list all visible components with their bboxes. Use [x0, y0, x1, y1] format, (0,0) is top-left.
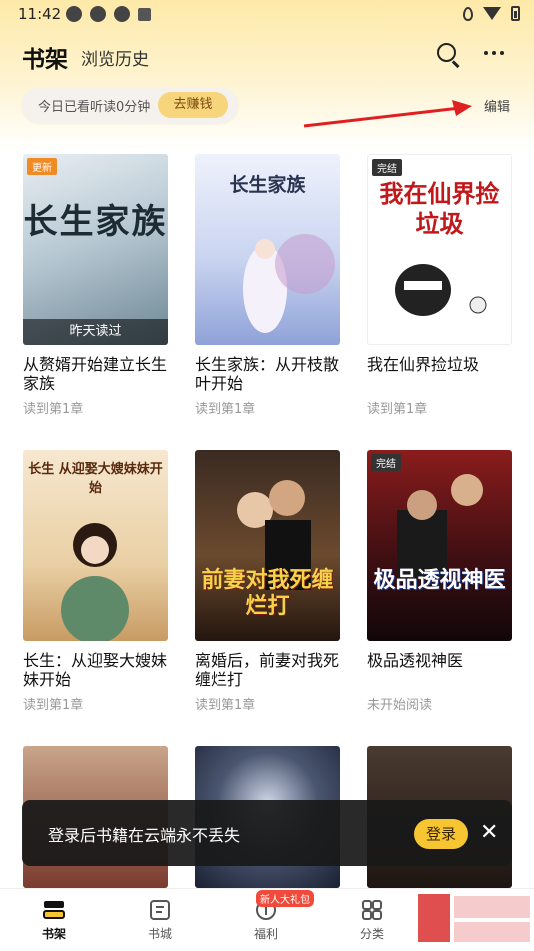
tab-bookshelf[interactable]: 书架 — [22, 40, 68, 74]
reading-time-text: 今日已看听读0分钟 — [38, 100, 151, 115]
book-cover[interactable]: 长生家族 — [195, 154, 340, 345]
cover-illustration — [395, 264, 487, 316]
book-title: 我在仙界捡垃圾 — [367, 355, 480, 374]
search-icon[interactable] — [436, 42, 462, 68]
toast-message: 登录后书籍在云端永不丢失 — [48, 826, 241, 845]
watermark-logo — [418, 894, 530, 942]
category-icon — [360, 899, 384, 921]
book-title: 离婚后，前妻对我死缠烂打 — [195, 651, 340, 689]
notification-icon — [90, 6, 106, 22]
status-time: 11:42 — [18, 5, 62, 23]
status-bar: 11:42 — [0, 0, 534, 28]
bookshelf-icon — [42, 899, 66, 921]
cover-illustration — [243, 234, 335, 333]
book-card[interactable]: 长生家族 更新 昨天读过 从赘婿开始建立长生家族 读到第1章 — [23, 154, 168, 417]
book-progress: 读到第1章 — [195, 402, 256, 417]
nav-label: 书架 — [41, 927, 66, 941]
last-read-label: 昨天读过 — [23, 319, 168, 345]
book-card[interactable]: 极品透视神医 完结 极品透视神医 未开始阅读 — [367, 450, 512, 713]
notification-icon — [138, 8, 151, 21]
book-cover[interactable]: 长生家族 更新 昨天读过 — [23, 154, 168, 345]
reading-time-bar: 今日已看听读0分钟 去赚钱 — [22, 87, 238, 123]
gift-badge: 新人大礼包 — [256, 890, 314, 907]
nav-bookstore[interactable]: 书城 — [130, 899, 190, 942]
cover-illustration — [61, 523, 129, 641]
tab-browse-history[interactable]: 浏览历史 — [81, 45, 149, 70]
book-cover[interactable]: 我在仙界捡垃圾 完结 — [367, 154, 512, 345]
book-title: 从赘婿开始建立长生家族 — [23, 355, 168, 393]
book-progress: 读到第1章 — [195, 698, 256, 713]
wifi-icon — [483, 7, 501, 20]
bookstore-icon — [148, 899, 172, 921]
book-progress: 未开始阅读 — [367, 698, 433, 713]
cover-text: 极品透视神医 — [373, 568, 506, 593]
nav-bookshelf[interactable]: 书架 — [24, 899, 84, 942]
book-title: 极品透视神医 — [367, 651, 464, 670]
earn-money-button[interactable]: 去赚钱 — [158, 92, 228, 118]
battery-icon — [511, 6, 520, 21]
login-toast: 登录后书籍在云端永不丢失 登录 ✕ — [22, 800, 512, 866]
cover-text: 前妻对我死缠烂打 — [201, 568, 334, 619]
top-header: 书架 浏览历史 — [0, 36, 534, 76]
edit-button[interactable]: 编辑 — [484, 96, 510, 115]
book-title: 长生家族：从开枝散叶开始 — [195, 355, 340, 393]
nav-label: 书城 — [147, 927, 172, 941]
book-progress: 读到第1章 — [367, 402, 428, 417]
book-title: 长生：从迎娶大嫂妹妹开始 — [23, 651, 168, 689]
book-card[interactable]: 我在仙界捡垃圾 完结 我在仙界捡垃圾 读到第1章 — [367, 154, 512, 417]
cover-illustration — [397, 474, 483, 580]
notification-icon — [66, 6, 82, 22]
book-progress: 读到第1章 — [23, 402, 84, 417]
book-card[interactable]: 长生家族 长生家族：从开枝散叶开始 读到第1章 — [195, 154, 340, 417]
nav-label: 福利 — [253, 927, 278, 941]
close-icon[interactable]: ✕ — [480, 820, 498, 846]
notification-icon — [114, 6, 130, 22]
completed-badge: 完结 — [371, 454, 401, 471]
cover-text: 长生家族 — [23, 202, 168, 242]
book-cover[interactable]: 长生 从迎娶大嫂妹妹开始 — [23, 450, 168, 641]
completed-badge: 完结 — [372, 159, 402, 176]
more-icon[interactable] — [484, 51, 504, 55]
book-cover[interactable]: 极品透视神医 完结 — [367, 450, 512, 641]
login-button[interactable]: 登录 — [414, 819, 468, 849]
location-icon — [463, 6, 473, 21]
book-progress: 读到第1章 — [23, 698, 84, 713]
red-arrow-annotation — [303, 100, 472, 128]
nav-category[interactable]: 分类 — [342, 899, 402, 942]
book-card[interactable]: 前妻对我死缠烂打 离婚后，前妻对我死缠烂打 读到第1章 — [195, 450, 340, 713]
update-badge: 更新 — [27, 158, 57, 175]
nav-label: 分类 — [359, 927, 384, 941]
book-cover[interactable]: 前妻对我死缠烂打 — [195, 450, 340, 641]
book-card[interactable]: 长生 从迎娶大嫂妹妹开始 长生：从迎娶大嫂妹妹开始 读到第1章 — [23, 450, 168, 713]
